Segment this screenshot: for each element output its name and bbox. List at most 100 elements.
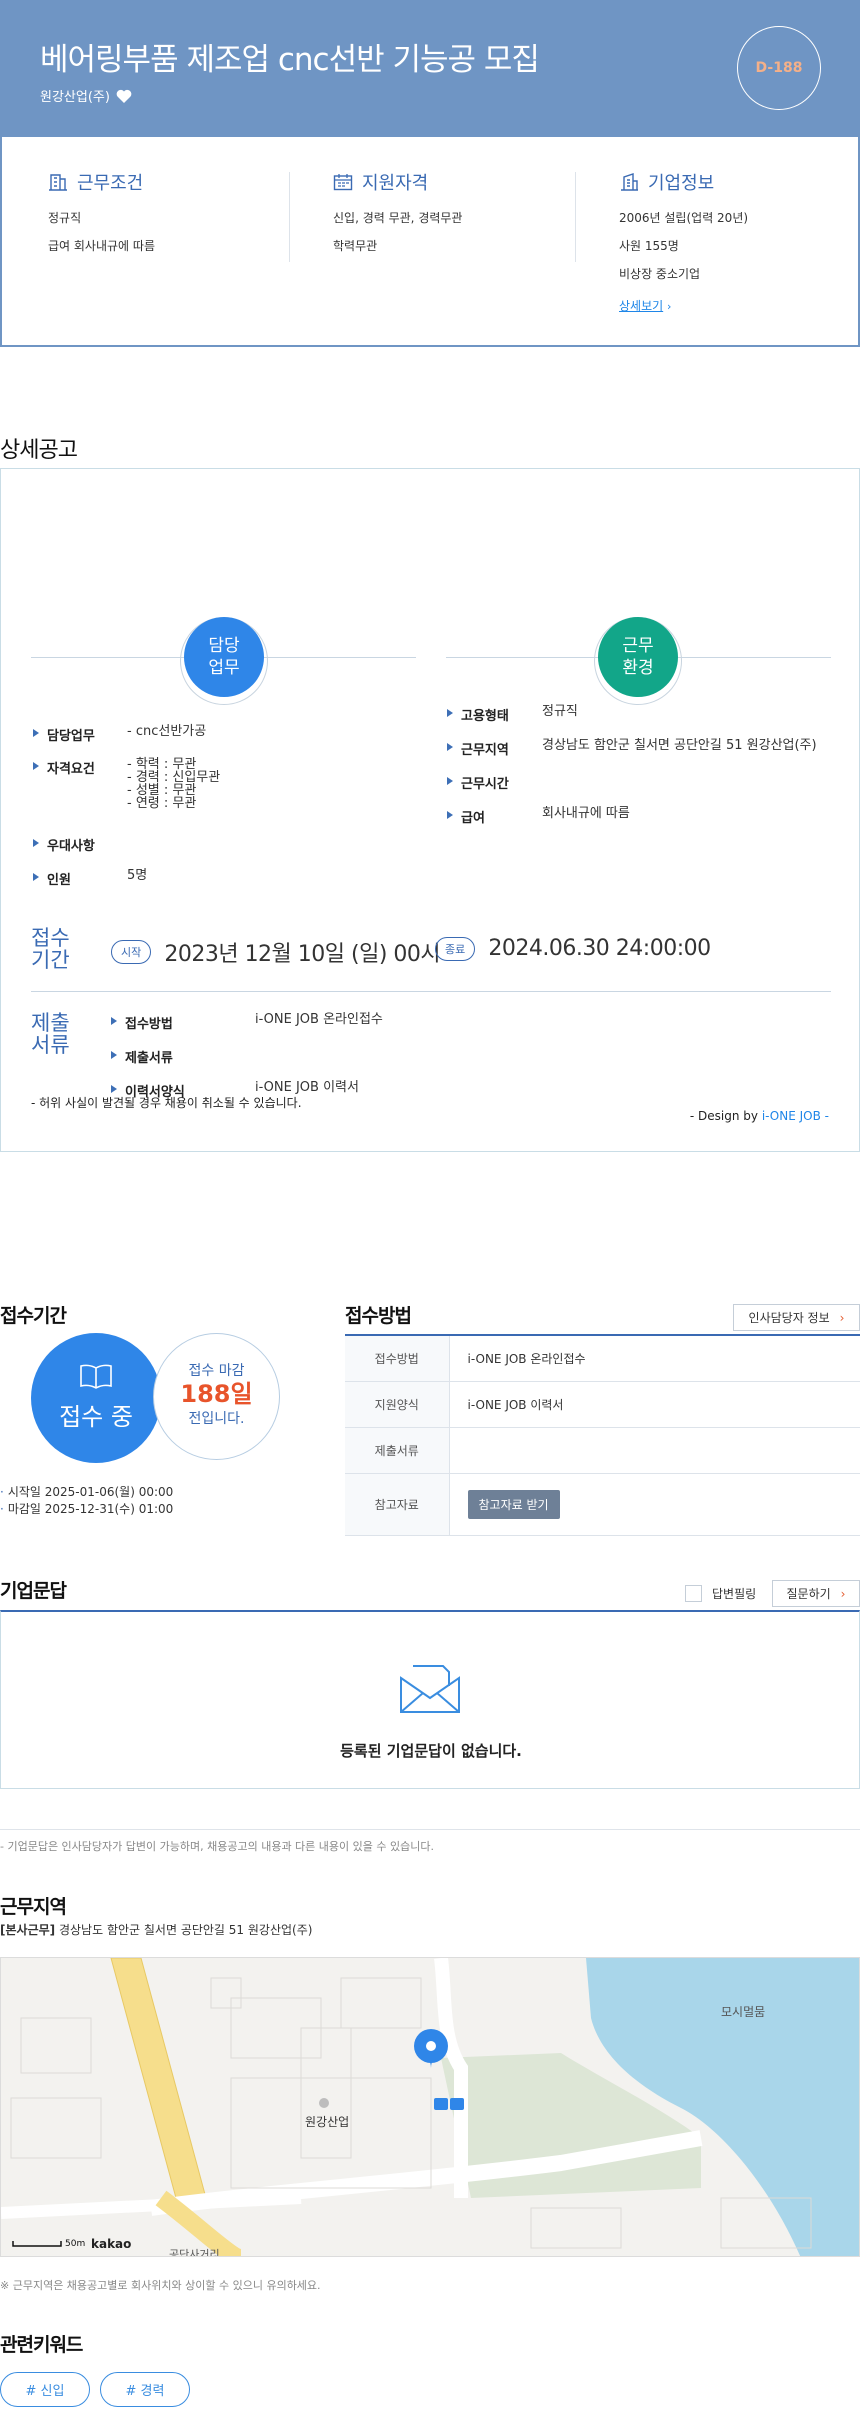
deadline-days: 188일: [180, 1380, 253, 1408]
answered-checkbox[interactable]: [685, 1585, 702, 1602]
divider: [0, 1829, 860, 1830]
qualification-row: 자격요건 - 학력 : 무관 - 경력 : 신입무관 - 성별 : 무관 - 연…: [31, 758, 220, 810]
chevron-right-icon: ›: [839, 1310, 845, 1325]
hr-info-button[interactable]: 인사담당자 정보 ›: [733, 1304, 860, 1331]
period-end: 종료 2024.06.30 24:00:00: [435, 936, 711, 961]
envelope-icon: [400, 1665, 460, 1713]
map-crossroad-label: 공단사거리: [169, 2248, 220, 2257]
map-lake-label: 모시멀뭄: [721, 2005, 766, 2019]
conditions-line-2: 급여 회사내규에 따름: [48, 239, 155, 253]
dday-badge: D-188: [737, 26, 821, 110]
table-row: 참고자료 참고자료 받기: [345, 1473, 860, 1536]
qualifications-line-1: 신입, 경력 무관, 경력무관: [333, 211, 463, 225]
start-date: 2023년 12월 10일 (일) 00시: [164, 942, 441, 967]
company-name[interactable]: 원강산업(주): [40, 86, 110, 105]
divider: [575, 172, 576, 262]
work-hours-row: 근무시간: [445, 773, 542, 792]
map-company-label: 원강산업: [305, 2115, 350, 2129]
work-location-row: 근무지역 경상남도 함안군 칠서면 공단안길 51 원강산업(주): [445, 739, 817, 758]
qualifications-heading: 지원자격: [333, 169, 462, 195]
location-title: 근무지역: [0, 1896, 67, 1918]
company-info-line-3: 비상장 중소기업: [619, 267, 701, 281]
answered-filter[interactable]: 답변필링: [685, 1585, 756, 1602]
bus-stop-icon: [450, 2098, 464, 2110]
preference-row: 우대사항: [31, 835, 127, 854]
apply-end-row: · 마감일 2025-12-31(수) 01:00: [0, 1502, 174, 1516]
docs-files-row: 제출서류: [109, 1047, 255, 1066]
building-icon: [49, 174, 67, 191]
qna-box: 등록된 기업문답이 없습니다.: [0, 1610, 860, 1789]
table-row: 지원양식 i-ONE JOB 이력서: [345, 1381, 860, 1428]
company-info-line-2: 사원 155명: [619, 239, 679, 253]
status-circle: 접수 중: [31, 1333, 161, 1463]
office-building-icon: [621, 173, 638, 191]
keywords-title: 관련키워드: [0, 2334, 83, 2356]
job-title: 베어링부품 제조업 cnc선반 기능공 모집: [40, 42, 540, 78]
chevron-right-icon: ›: [667, 300, 672, 313]
apply-start-row: · 시작일 2025-01-06(월) 00:00: [0, 1485, 174, 1499]
bullet-icon: ·: [0, 1485, 4, 1499]
keyword-chip[interactable]: # 신입: [0, 2372, 90, 2407]
employment-type-row: 고용형태 정규직: [445, 705, 578, 724]
divider: [289, 172, 290, 262]
environment-circle: 근무 환경: [598, 617, 678, 697]
apply-period-title: 접수기간: [0, 1305, 67, 1327]
salary-row: 급여 회사내규에 따름: [445, 807, 630, 826]
bullet-icon: ·: [0, 1502, 4, 1516]
location-pin-dot: [426, 2041, 436, 2051]
heart-icon[interactable]: [116, 89, 132, 103]
map-note: ※ 근무지역은 채용공고별로 회사위치와 상이할 수 있으니 유의하세요.: [0, 2279, 321, 2292]
map-scale-label: 50m: [65, 2239, 86, 2249]
deadline-circle: 접수 마감 188일 전입니다.: [153, 1333, 280, 1460]
company-info-heading: 기업정보: [619, 169, 748, 195]
end-date: 2024.06.30 24:00:00: [488, 936, 711, 961]
apply-method-table: 접수방법 i-ONE JOB 온라인접수 지원양식 i-ONE JOB 이력서 제출…: [345, 1334, 860, 1536]
table-row: 접수방법 i-ONE JOB 온라인접수: [345, 1335, 860, 1382]
conditions-column: 근무조건 정규직 급여 회사내규에 따름: [48, 169, 155, 265]
company-detail-link[interactable]: 상세보기: [619, 299, 663, 313]
period-start: 시작 2023년 12월 10일 (일) 00시: [111, 936, 441, 968]
summary-box: 근무조건 정규직 급여 회사내규에 따름 지원자격 신입, 경력 무관, 경력무…: [0, 137, 860, 347]
deadline-suffix: 전입니다.: [188, 1411, 245, 1427]
period-label: 접수 기간: [31, 926, 70, 972]
bus-stop-icon: [434, 2098, 448, 2110]
location-tag: [본사근무]: [0, 1923, 56, 1937]
qualifications-column: 지원자격 신입, 경력 무관, 경력무관 학력무관: [333, 169, 462, 265]
calendar-icon: [333, 174, 353, 191]
table-row: 제출서류: [345, 1427, 860, 1474]
start-pill: 시작: [111, 940, 152, 964]
chevron-right-icon: ›: [840, 1586, 846, 1601]
location-address: 경상남도 함안군 칠서면 공단안길 51 원강산업(주): [58, 1923, 313, 1937]
divider: [31, 991, 831, 992]
duty-circle: 담당 업무: [184, 617, 264, 697]
ask-question-button[interactable]: 질문하기 ›: [772, 1580, 860, 1607]
company-line: 원강산업(주): [40, 86, 132, 105]
docs-method-row: 접수방법 i-ONE JOB 온라인접수: [109, 1013, 383, 1032]
company-dot: [319, 2098, 329, 2108]
company-more-row: 상세보기 ›: [619, 297, 748, 316]
qna-title: 기업문답: [0, 1580, 67, 1602]
keyword-chip[interactable]: # 경력: [100, 2372, 190, 2407]
location-map[interactable]: 원강산업 모시멀뭄 공단사거리 50m kakao: [0, 1957, 860, 2257]
detail-heading: 상세공고: [0, 438, 78, 463]
design-credit: - Design by i-ONE JOB -: [689, 1109, 829, 1123]
status-label: 접수 중: [59, 1403, 133, 1431]
apply-method-title: 접수방법: [345, 1305, 412, 1327]
qualifications-line-2: 학력무관: [333, 239, 378, 253]
duty-row: 담당업무 - cnc선반가공: [31, 725, 206, 744]
location-address-row: [본사근무] 경상남도 함안군 칠서면 공단안길 51 원강산업(주): [0, 1921, 312, 1938]
deadline-label: 접수 마감: [188, 1363, 245, 1379]
job-header: 베어링부품 제조업 cnc선반 기능공 모집 원강산업(주) D-188: [0, 0, 860, 137]
reference-download-button[interactable]: 참고자료 받기: [467, 1489, 560, 1519]
conditions-line-1: 정규직: [48, 211, 82, 225]
end-pill: 종료: [435, 936, 476, 961]
company-info-line-1: 2006년 설립(업력 20년): [619, 211, 749, 225]
map-brand: kakao: [91, 2237, 132, 2251]
headcount-row: 인원 5명: [31, 869, 147, 888]
conditions-heading: 근무조건: [48, 169, 155, 195]
qna-note: - 기업문답은 인사담당자가 답변이 가능하며, 채용공고의 내용과 다른 내용…: [0, 1840, 434, 1853]
false-info-warning: - 허위 사실이 발견될 경우 채용이 취소될 수 있습니다.: [31, 1096, 302, 1110]
detail-panel: 담당 업무 근무 환경 담당업무 - cnc선반가공 자격요건 - 학력 : 무…: [0, 468, 860, 1152]
qna-empty-message: 등록된 기업문답이 없습니다.: [340, 1742, 522, 1760]
company-info-column: 기업정보 2006년 설립(업력 20년) 사원 155명 비상장 중소기업 상…: [619, 169, 748, 326]
